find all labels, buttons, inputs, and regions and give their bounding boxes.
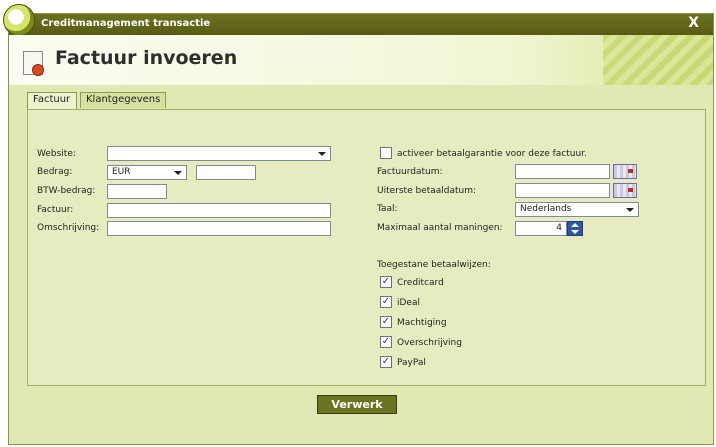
close-button[interactable]: X: [688, 15, 699, 31]
dialog-window: Creditmanagement transactie X Factuur in…: [3, 4, 714, 445]
methods-heading: Toegestane betaalwijzen:: [377, 260, 491, 270]
invoice-icon: [23, 51, 44, 76]
paypal-checkbox[interactable]: ✓: [380, 356, 392, 368]
guarantee-checkbox[interactable]: [380, 147, 392, 159]
chevron-down-icon: [626, 208, 634, 212]
tab-klantgegevens[interactable]: Klantgegevens: [80, 92, 166, 108]
maningen-label: Maximaal aantal maningen:: [377, 223, 503, 233]
arrow-down-icon: [571, 230, 579, 234]
paypal-label: PayPal: [397, 358, 426, 368]
ideal-label: iDeal: [397, 298, 420, 308]
machtiging-checkbox[interactable]: ✓: [380, 316, 392, 328]
creditcard-checkbox[interactable]: ✓: [380, 276, 392, 288]
currency-value: EUR: [112, 167, 131, 177]
factuurdatum-label: Factuurdatum:: [377, 167, 443, 177]
machtiging-label: Machtiging: [397, 318, 447, 328]
creditcard-label: Creditcard: [397, 278, 444, 288]
factuurdatum-input[interactable]: [515, 164, 610, 179]
maningen-input[interactable]: 4: [515, 221, 567, 236]
taal-select[interactable]: Nederlands: [515, 202, 639, 217]
website-label: Website:: [37, 149, 76, 159]
header-banner-image: [603, 35, 713, 85]
overschrijving-label: Overschrijving: [397, 338, 462, 348]
title-bar[interactable]: Creditmanagement transactie X: [9, 14, 713, 35]
form-panel: Website: Bedrag: EUR BTW-bedrag: Factuur…: [27, 109, 706, 386]
page-title: Factuur invoeren: [55, 47, 238, 69]
omschrijving-input[interactable]: [107, 221, 331, 236]
tab-factuur[interactable]: Factuur: [27, 92, 77, 109]
uiterste-input[interactable]: [515, 183, 610, 198]
btw-label: BTW-bedrag:: [37, 186, 96, 196]
maningen-stepper[interactable]: [567, 221, 583, 236]
uiterste-label: Uiterste betaaldatum:: [377, 186, 477, 196]
overschrijving-checkbox[interactable]: ✓: [380, 336, 392, 348]
calendar-icon[interactable]: [613, 164, 637, 179]
page-header: Factuur invoeren: [9, 35, 713, 85]
taal-value: Nederlands: [520, 204, 572, 214]
chevron-down-icon: [174, 171, 182, 175]
taal-label: Taal:: [377, 204, 398, 214]
ideal-checkbox[interactable]: ✓: [380, 296, 392, 308]
currency-select[interactable]: EUR: [107, 165, 187, 180]
verwerk-button[interactable]: Verwerk: [317, 395, 397, 414]
factuur-label: Factuur:: [37, 205, 74, 215]
website-select[interactable]: [107, 146, 331, 161]
window-title: Creditmanagement transactie: [41, 18, 211, 29]
bedrag-label: Bedrag:: [37, 167, 73, 177]
btw-input[interactable]: [107, 184, 167, 199]
app-logo-icon: [3, 4, 35, 36]
factuur-input[interactable]: [107, 203, 331, 218]
guarantee-label: activeer betaalgarantie voor deze factuu…: [397, 149, 587, 159]
omschrijving-label: Omschrijving:: [37, 223, 100, 233]
chevron-down-icon: [318, 152, 326, 156]
calendar-icon[interactable]: [613, 183, 637, 198]
bedrag-input[interactable]: [196, 165, 256, 180]
arrow-up-icon: [571, 223, 579, 227]
